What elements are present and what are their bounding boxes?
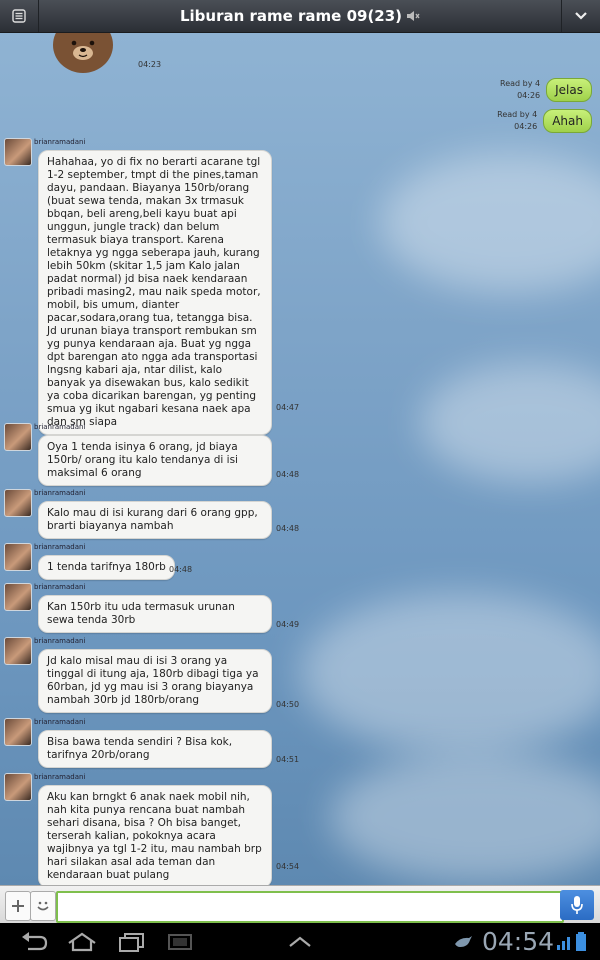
- sender-name: brianramadani: [34, 718, 86, 726]
- avatar[interactable]: [4, 718, 32, 746]
- plus-icon: [12, 900, 24, 912]
- bear-sticker[interactable]: [50, 33, 116, 73]
- chevron-up-icon[interactable]: [284, 931, 316, 953]
- chat-header: Liburan rame rame 09(23): [0, 0, 600, 33]
- message-bubble[interactable]: Hahahaa, yo di fix no berarti acarane tg…: [38, 150, 272, 435]
- avatar[interactable]: [4, 138, 32, 166]
- sent-message[interactable]: Read by 4 04:26 Ahah: [497, 109, 592, 133]
- sender-name: brianramadani: [34, 773, 86, 781]
- sender-name: brianramadani: [34, 423, 86, 431]
- expand-button[interactable]: [561, 0, 600, 32]
- voice-button[interactable]: [560, 890, 594, 920]
- sent-meta: Read by 4 04:26: [500, 78, 540, 102]
- message-input-bar: [0, 885, 600, 924]
- avatar[interactable]: [4, 543, 32, 571]
- message-time: 04:49: [276, 620, 300, 629]
- mute-icon: [407, 11, 420, 21]
- message-input[interactable]: [56, 891, 564, 923]
- sticker-button[interactable]: [30, 891, 56, 921]
- signal-icon: [557, 937, 570, 950]
- chat-title-area: Liburan rame rame 09(23): [180, 7, 420, 25]
- sent-bubble[interactable]: Jelas: [546, 78, 592, 102]
- message-time: 04:48: [276, 470, 300, 479]
- sender-name: brianramadani: [34, 637, 86, 645]
- sender-name: brianramadani: [34, 489, 86, 497]
- message-time: 04:50: [276, 700, 300, 709]
- sent-message[interactable]: Read by 4 04:26 Jelas: [500, 78, 592, 102]
- avatar[interactable]: [4, 637, 32, 665]
- bird-notification-icon: [455, 936, 472, 947]
- message-bubble[interactable]: 1 tenda tarifnya 180rb: [38, 555, 175, 580]
- message-bubble[interactable]: Aku kan brngkt 6 anak naek mobil nih, na…: [38, 785, 272, 885]
- message-time: 04:51: [276, 755, 300, 764]
- menu-button[interactable]: [0, 0, 39, 32]
- battery-icon: [576, 932, 586, 951]
- add-button[interactable]: [5, 891, 31, 921]
- chat-title: Liburan rame rame 09(23): [179, 7, 403, 25]
- message-time: 04:26: [514, 122, 538, 131]
- sent-bubble[interactable]: Ahah: [543, 109, 592, 133]
- system-navigation-bar: 04:54: [0, 923, 600, 960]
- sender-name: brianramadani: [34, 583, 86, 591]
- screenshot-icon[interactable]: [164, 931, 196, 953]
- sender-name: brianramadani: [34, 138, 86, 146]
- status-clock: 04:54: [481, 927, 554, 956]
- message-time: 04:47: [276, 403, 300, 412]
- message-time: 04:26: [517, 91, 541, 100]
- sticker-time: 04:23: [138, 60, 162, 69]
- avatar[interactable]: [4, 423, 32, 451]
- smiley-icon: [37, 901, 49, 911]
- back-icon[interactable]: [18, 931, 50, 953]
- recent-apps-icon[interactable]: [116, 931, 148, 953]
- chevron-down-icon: [575, 12, 587, 20]
- read-receipt: Read by 4: [497, 110, 538, 119]
- message-bubble[interactable]: Bisa bawa tenda sendiri ? Bisa kok, tari…: [38, 730, 272, 768]
- avatar[interactable]: [4, 773, 32, 801]
- message-time: 04:54: [276, 862, 300, 871]
- message-bubble[interactable]: Kan 150rb itu uda termasuk urunan sewa t…: [38, 595, 272, 633]
- avatar[interactable]: [4, 489, 32, 517]
- read-receipt: Read by 4: [500, 79, 541, 88]
- message-bubble[interactable]: Jd kalo misal mau di isi 3 orang ya ting…: [38, 649, 272, 713]
- message-time: 04:48: [276, 524, 300, 533]
- sender-name: brianramadani: [34, 543, 86, 551]
- message-bubble[interactable]: Kalo mau di isi kurang dari 6 orang gpp,…: [38, 501, 272, 539]
- menu-icon: [12, 9, 26, 23]
- message-time: 04:48: [169, 565, 193, 574]
- avatar[interactable]: [4, 583, 32, 611]
- chat-area[interactable]: 04:23 Read by 4 04:26 Jelas Read by 4 04…: [0, 33, 600, 885]
- sent-meta: Read by 4 04:26: [497, 109, 537, 133]
- home-icon[interactable]: [66, 931, 98, 953]
- message-bubble[interactable]: Oya 1 tenda isinya 6 orang, jd biaya 150…: [38, 435, 272, 486]
- microphone-icon: [571, 896, 583, 914]
